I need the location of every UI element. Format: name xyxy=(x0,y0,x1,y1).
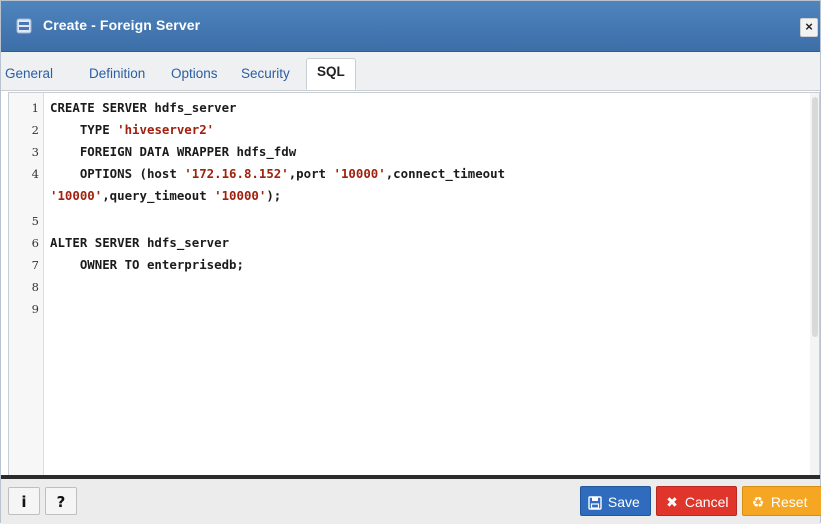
reset-label: Reset xyxy=(770,494,808,510)
tab-general[interactable]: General xyxy=(5,66,53,81)
x-icon: ✖ xyxy=(666,495,678,512)
scrollbar-thumb[interactable] xyxy=(812,97,818,337)
code-text: TYPE xyxy=(50,122,118,137)
code-line-7: OWNER TO enterprisedb; xyxy=(50,257,244,272)
floppy-disk-icon xyxy=(586,488,604,515)
code-line-4-wrap: '10000',query_timeout '10000'); xyxy=(50,188,281,203)
code-text: OPTIONS (host xyxy=(50,166,185,181)
line-number: 1 xyxy=(31,101,39,115)
code-text: ,connect_timeout xyxy=(385,166,506,181)
code-string: '172.16.8.152' xyxy=(184,166,289,181)
code-text: ); xyxy=(266,188,282,203)
code-text: ,port xyxy=(288,166,334,181)
info-button[interactable]: i xyxy=(8,487,40,515)
dialog-title: Create - Foreign Server xyxy=(43,17,201,33)
dialog-footer: i ? Save ✖ Cancel ♻ Reset xyxy=(1,479,821,524)
tab-definition[interactable]: Definition xyxy=(89,66,145,81)
code-string: '10000' xyxy=(333,166,386,181)
line-number: 2 xyxy=(31,123,39,137)
cancel-button[interactable]: ✖ Cancel xyxy=(656,486,737,516)
line-number: 3 xyxy=(31,145,39,159)
title-bar[interactable]: Create - Foreign Server × xyxy=(1,1,820,52)
line-number-gutter: 1 2 3 4 5 6 7 8 9 xyxy=(9,93,44,476)
code-text: ,query_timeout xyxy=(102,188,215,203)
code-text: OWNER TO enterprisedb; xyxy=(50,257,244,272)
tab-sql[interactable]: SQL xyxy=(306,58,356,90)
save-button[interactable]: Save xyxy=(580,486,651,516)
tab-options[interactable]: Options xyxy=(171,66,218,81)
recycle-icon: ♻ xyxy=(751,495,765,512)
line-number: 8 xyxy=(31,280,39,294)
cancel-label: Cancel xyxy=(684,494,729,510)
help-button[interactable]: ? xyxy=(45,487,77,515)
sql-editor[interactable]: 1 2 3 4 5 6 7 8 9 CREATE SERVER hdfs_ser… xyxy=(8,92,820,476)
reset-button[interactable]: ♻ Reset xyxy=(742,486,821,516)
line-number: 5 xyxy=(31,214,39,228)
code-line-4: OPTIONS (host '172.16.8.152',port '10000… xyxy=(50,166,505,181)
info-icon: i xyxy=(21,493,27,511)
help-icon: ? xyxy=(56,493,66,511)
code-line-2: TYPE 'hiveserver2' xyxy=(50,122,214,137)
tab-bar: General Definition Options Security SQL xyxy=(1,52,820,91)
code-string: '10000' xyxy=(50,188,103,203)
code-line-1: CREATE SERVER hdfs_server xyxy=(50,100,237,115)
code-text: CREATE SERVER hdfs_server xyxy=(50,100,237,115)
server-icon xyxy=(16,18,32,34)
code-line-3: FOREIGN DATA WRAPPER hdfs_fdw xyxy=(50,144,296,159)
close-button[interactable]: × xyxy=(800,18,818,37)
line-number: 4 xyxy=(31,167,39,181)
save-label: Save xyxy=(607,494,640,510)
line-number: 9 xyxy=(31,302,39,316)
code-text: FOREIGN DATA WRAPPER hdfs_fdw xyxy=(50,144,297,159)
tab-security[interactable]: Security xyxy=(241,66,290,81)
line-number: 6 xyxy=(31,236,39,250)
code-string: 'hiveserver2' xyxy=(117,122,215,137)
line-number: 7 xyxy=(31,258,39,272)
code-string: '10000' xyxy=(214,188,267,203)
close-icon: × xyxy=(805,19,813,34)
create-foreign-server-dialog: Create - Foreign Server × General Defini… xyxy=(0,0,821,524)
code-text: ALTER SERVER hdfs_server xyxy=(50,235,230,250)
vertical-scrollbar[interactable] xyxy=(810,93,819,476)
code-line-6: ALTER SERVER hdfs_server xyxy=(50,235,229,250)
